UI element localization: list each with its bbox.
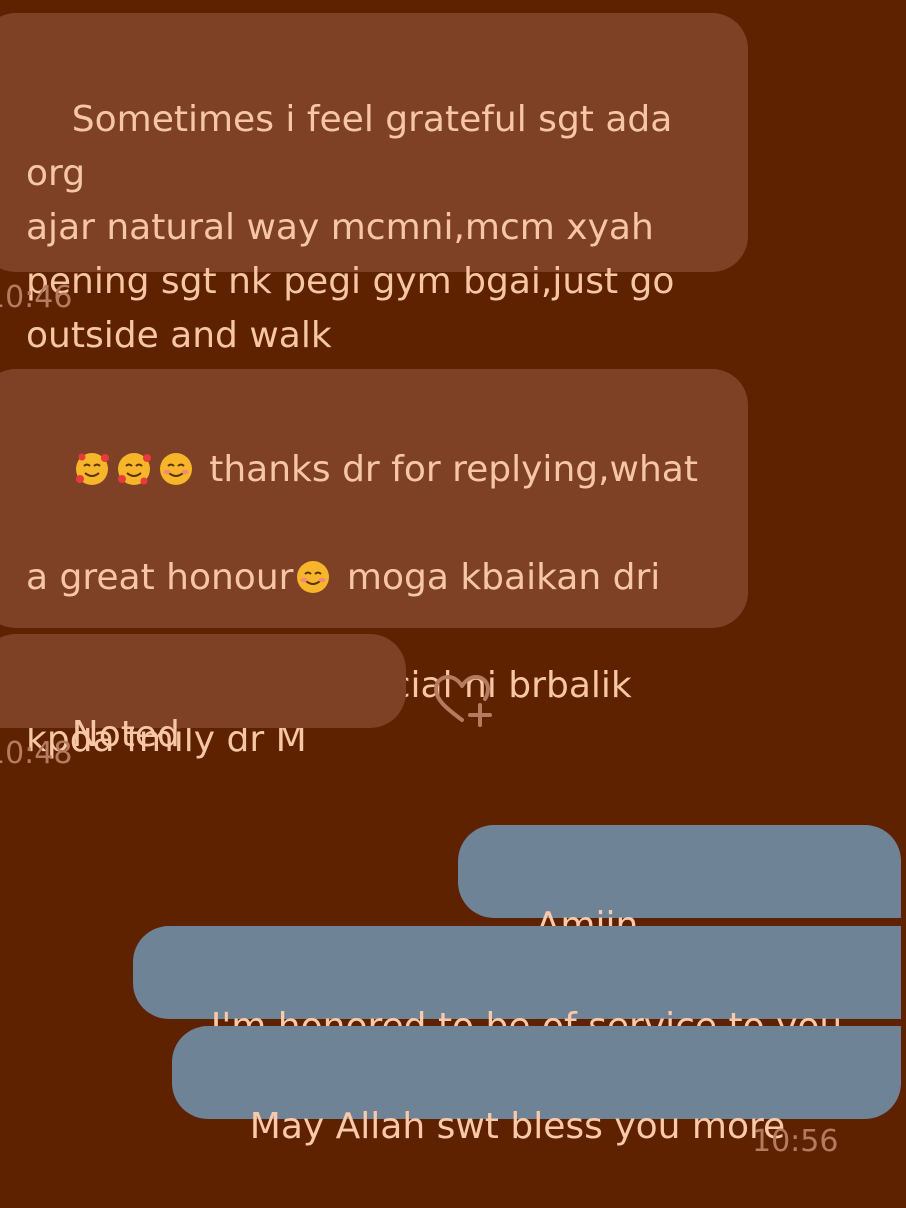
message-timestamp: 10:48	[0, 736, 73, 771]
chat-thread: Sometimes i feel grateful sgt ada org aj…	[0, 0, 906, 1159]
message-text: Noted	[71, 714, 180, 755]
message-bubble-incoming[interactable]: Sometimes i feel grateful sgt ada org aj…	[0, 13, 748, 356]
message-text: moga kbaikan dri	[335, 557, 661, 598]
message-timestamp: 10:46	[0, 280, 73, 315]
message-text: Sometimes i feel grateful sgt ada org aj…	[26, 99, 675, 356]
heart-plus-icon[interactable]	[430, 672, 494, 728]
message-text: thanks dr for replying,what	[197, 449, 698, 490]
smiling-face-with-hearts-emoji-icon	[75, 453, 109, 485]
smiling-face-with-hearts-emoji-icon	[117, 453, 151, 485]
smiling-face-with-smiling-eyes-emoji-icon	[159, 453, 192, 485]
message-bubble-incoming[interactable]: thanks dr for replying,what a great hono…	[0, 369, 748, 760]
message-bubble-outgoing[interactable]: Amiin	[458, 825, 901, 946]
message-bubble-incoming[interactable]: Noted	[0, 634, 406, 755]
smiling-face-with-smiling-eyes-emoji-icon	[297, 561, 330, 593]
message-bubble-outgoing[interactable]: I'm honored to be of service to you	[133, 926, 901, 1047]
message-text: a great honour	[26, 557, 294, 598]
message-timestamp: 10:56	[752, 1124, 839, 1159]
message-bubble-outgoing[interactable]: May Allah swt bless you more	[172, 1026, 901, 1147]
